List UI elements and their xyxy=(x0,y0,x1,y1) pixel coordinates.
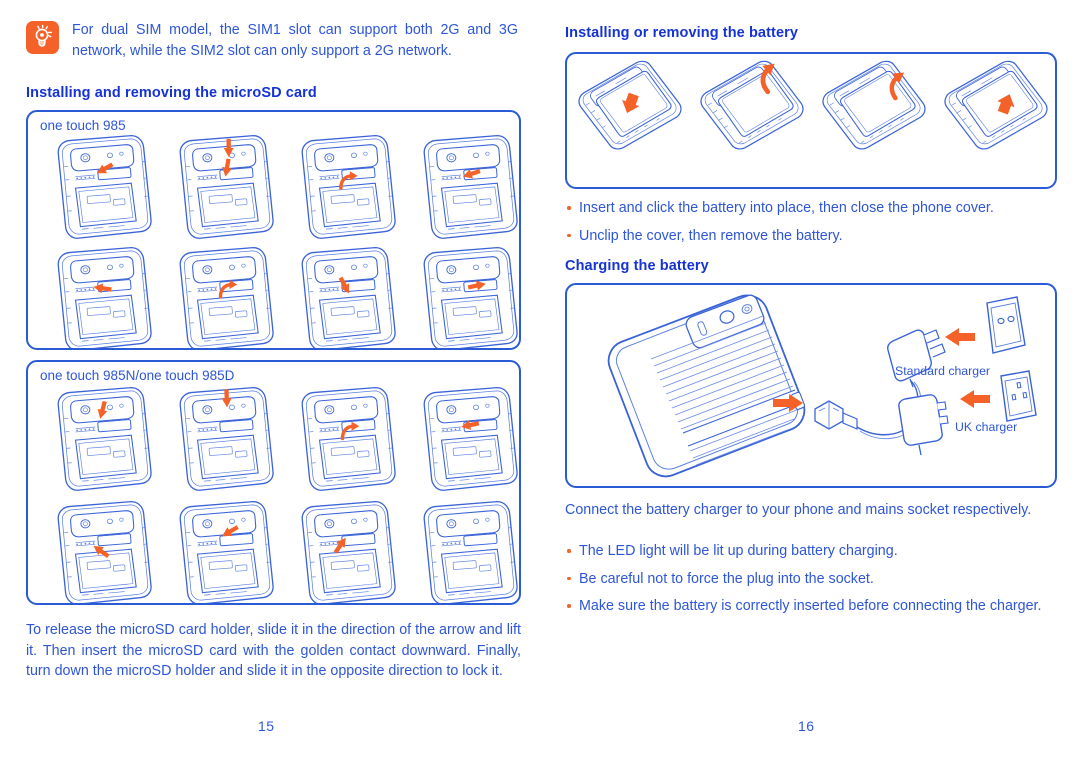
battery-bullets: Insert and click the battery into place,… xyxy=(565,198,1057,253)
charging-bullets: The LED light will be lit up during batt… xyxy=(565,541,1057,624)
tip-text: For dual SIM model, the SIM1 slot can su… xyxy=(72,22,518,59)
microsd-instructions: To release the microSD card holder, slid… xyxy=(26,622,521,679)
label-uk-charger: UK charger xyxy=(955,420,1018,434)
heading-microsd: Installing and removing the microSD card xyxy=(26,85,317,101)
list-item: Be careful not to force the plug into th… xyxy=(565,569,1057,590)
label-standard-charger: Standard charger xyxy=(895,364,991,378)
heading-battery: Installing or removing the battery xyxy=(565,25,799,41)
page-number-right: 16 xyxy=(798,718,815,734)
charging-instructions: Connect the battery charger to your phon… xyxy=(565,502,1032,518)
manual-spread: For dual SIM model, the SIM1 slot can su… xyxy=(0,0,1080,767)
list-item: Make sure the battery is correctly inser… xyxy=(565,596,1057,617)
figure-charging: Standard charger UK charger xyxy=(565,283,1057,488)
list-item: Unclip the cover, then remove the batter… xyxy=(565,226,1057,247)
lightbulb-tip-icon xyxy=(26,21,59,54)
tip-note: For dual SIM model, the SIM1 slot can su… xyxy=(26,20,518,62)
figure-battery-illustration xyxy=(578,54,1048,150)
figure-charging-illustration xyxy=(607,294,1037,478)
figure-label-985n-985d: one touch 985N/one touch 985D xyxy=(40,368,235,383)
heading-charging: Charging the battery xyxy=(565,258,709,274)
page-number-left: 15 xyxy=(258,718,275,734)
figure-microsd-985: one touch 985 xyxy=(26,110,521,350)
list-item: The LED light will be lit up during batt… xyxy=(565,541,1057,562)
figure-985-illustration xyxy=(57,134,518,348)
figure-microsd-985n-985d: one touch 985N/one touch 985D xyxy=(26,360,521,605)
figure-battery xyxy=(565,52,1057,189)
figure-label-985: one touch 985 xyxy=(40,118,126,133)
figure-985n-illustration xyxy=(57,386,518,603)
list-item: Insert and click the battery into place,… xyxy=(565,198,1057,219)
